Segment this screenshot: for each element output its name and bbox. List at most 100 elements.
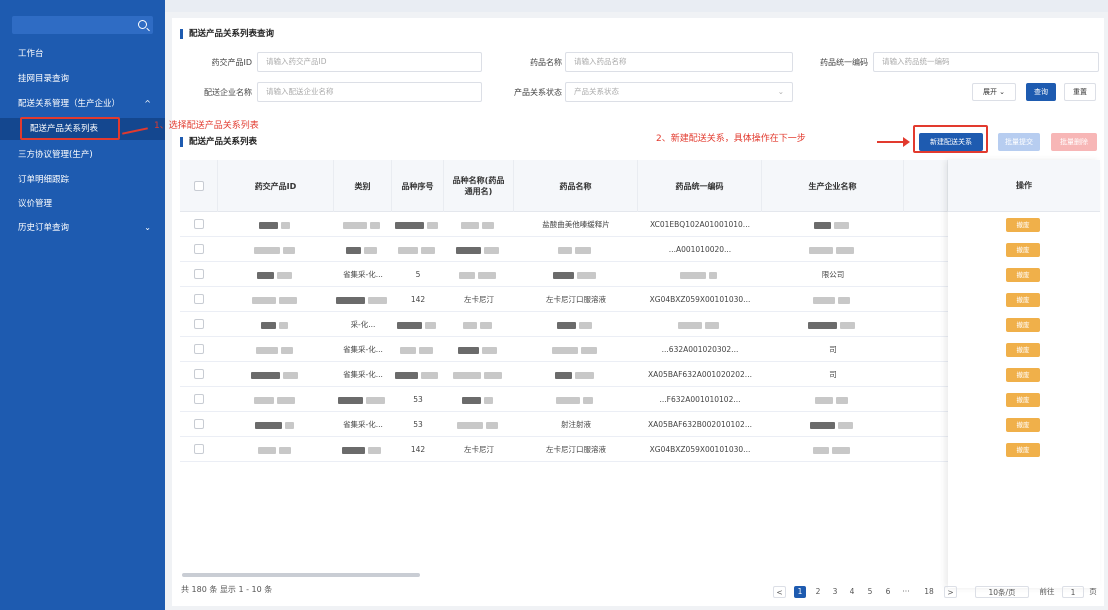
row-checkbox[interactable] — [194, 394, 204, 404]
sidebar-search-input[interactable] — [12, 16, 153, 34]
row-action-button[interactable]: 撤废 — [1006, 293, 1040, 307]
manufacturer-cell: 司 — [762, 362, 904, 387]
product-id-input[interactable]: 请输入药交产品ID — [257, 52, 482, 72]
redacted-block — [680, 271, 706, 279]
redacted-block — [486, 421, 498, 429]
variety-name-cell — [444, 312, 514, 337]
category-cell — [334, 287, 392, 312]
row-checkbox[interactable] — [194, 369, 204, 379]
field-label-distributor-name: 配送企业名称 — [204, 88, 252, 97]
goto-page-input[interactable]: 1 — [1062, 586, 1084, 598]
page-size-select[interactable]: 10条/页 — [975, 586, 1029, 598]
row-checkbox[interactable] — [194, 419, 204, 429]
pagination-page[interactable]: 4 — [846, 586, 858, 598]
pagination-ellipsis[interactable]: ··· — [900, 586, 912, 598]
redacted-block — [421, 246, 435, 254]
pagination-prev[interactable]: < — [773, 586, 786, 598]
batch-submit-button[interactable]: 批量提交 — [998, 133, 1040, 151]
pagination-next[interactable]: > — [944, 586, 957, 598]
row-checkbox[interactable] — [194, 444, 204, 454]
search-icon[interactable] — [138, 20, 147, 29]
category-cell: 省集采-化... — [334, 362, 392, 387]
sidebar-item-label: 配送关系管理（生产企业） — [18, 99, 121, 109]
unified-code-cell: XG04BXZ059X00101030... — [638, 437, 762, 462]
sidebar-item-order-tracking[interactable]: 订单明细跟踪 — [0, 169, 165, 191]
row-action-button[interactable]: 撤废 — [1006, 243, 1040, 257]
row-action-button[interactable]: 撤废 — [1006, 343, 1040, 357]
row-checkbox[interactable] — [194, 269, 204, 279]
pagination-page[interactable]: 6 — [882, 586, 894, 598]
row-checkbox[interactable] — [194, 219, 204, 229]
category-cell — [334, 387, 392, 412]
horizontal-scrollbar[interactable] — [182, 573, 420, 577]
row-checkbox[interactable] — [194, 344, 204, 354]
sidebar-item-catalog-query[interactable]: 挂网目录查询 — [0, 68, 165, 90]
distributor-name-input[interactable]: 请输入配送企业名称 — [257, 82, 482, 102]
row-action-button[interactable]: 撤废 — [1006, 393, 1040, 407]
row-action-button[interactable]: 撤废 — [1006, 443, 1040, 457]
drug-name-input[interactable]: 请输入药品名称 — [565, 52, 793, 72]
sidebar-item-history-orders[interactable]: 历史订单查询 ⌄ — [0, 217, 165, 239]
row-action-button[interactable]: 撤废 — [1006, 318, 1040, 332]
annotation-highlight-sidebar — [20, 117, 120, 140]
row-checkbox[interactable] — [194, 294, 204, 304]
redacted-block — [583, 396, 593, 404]
row-action-button[interactable]: 撤废 — [1006, 268, 1040, 282]
row-checkbox[interactable] — [194, 319, 204, 329]
redacted-block — [398, 246, 418, 254]
variety-seq-cell-text: 142 — [410, 295, 426, 304]
redacted-block — [457, 421, 483, 429]
product-id-cell — [218, 212, 334, 237]
redacted-block — [836, 246, 854, 254]
reset-button[interactable]: 重置 — [1064, 83, 1096, 101]
header-drug-name: 药品名称 — [514, 160, 638, 212]
redacted-block — [809, 246, 833, 254]
redacted-block — [814, 221, 831, 229]
unified-code-cell: ...632A001020302... — [638, 337, 762, 362]
redacted-block — [251, 371, 280, 379]
search-button[interactable]: 查询 — [1026, 83, 1056, 101]
unified-code-cell: ...F632A001010102... — [638, 387, 762, 412]
unified-code-input[interactable]: 请输入药品统一编码 — [873, 52, 1099, 72]
row-action-button[interactable]: 撤废 — [1006, 418, 1040, 432]
manufacturer-cell — [762, 387, 904, 412]
pagination-page[interactable]: 3 — [829, 586, 841, 598]
sidebar-item-price-negotiation[interactable]: 议价管理 — [0, 193, 165, 215]
redacted-block — [343, 221, 367, 229]
redacted-block — [279, 321, 288, 329]
drug-name-cell-text: 盐酸曲美他嗪缓释片 — [542, 220, 610, 229]
row-select — [180, 212, 218, 237]
variety-seq-cell: 142 — [392, 437, 444, 462]
redacted-block — [277, 271, 292, 279]
row-select — [180, 362, 218, 387]
redacted-block — [840, 321, 855, 329]
variety-seq-cell-text: 142 — [410, 445, 426, 454]
row-action-button[interactable]: 撤废 — [1006, 218, 1040, 232]
redacted-block — [815, 396, 833, 404]
redacted-block — [459, 271, 475, 279]
category-cell — [334, 237, 392, 262]
sidebar-item-workbench[interactable]: 工作台 — [0, 43, 165, 65]
pagination-page[interactable]: 18 — [921, 586, 937, 598]
pagination-page[interactable]: 1 — [794, 586, 806, 598]
select-all-checkbox[interactable] — [193, 181, 204, 191]
manufacturer-cell: 限公司 — [762, 262, 904, 287]
pagination-page[interactable]: 5 — [864, 586, 876, 598]
batch-delete-button[interactable]: 批量删除 — [1051, 133, 1097, 151]
unified-code-cell: XA05BAF632B002010102... — [638, 412, 762, 437]
row-action-button[interactable]: 撤废 — [1006, 368, 1040, 382]
row-checkbox[interactable] — [194, 244, 204, 254]
sidebar-item-distribution-mgmt[interactable]: 配送关系管理（生产企业） ^ — [0, 93, 165, 115]
sidebar-item-tripartite[interactable]: 三方协议管理(生产) — [0, 144, 165, 166]
category-cell: 采-化... — [334, 312, 392, 337]
sidebar-item-label: 工作台 — [18, 49, 44, 59]
annotation-step1: 1、选择配送产品关系列表 — [154, 121, 259, 131]
redacted-block — [838, 296, 850, 304]
product-id-cell — [218, 412, 334, 437]
relation-status-select[interactable]: 产品关系状态 ⌄ — [565, 82, 793, 102]
unified-code-cell: XC01EBQ102A01001010... — [638, 212, 762, 237]
pagination-page[interactable]: 2 — [812, 586, 824, 598]
chevron-down-icon: ⌄ — [144, 223, 151, 232]
expand-button[interactable]: 展开 ⌄ — [972, 83, 1016, 101]
header-manufacturer: 生产企业名称 — [762, 160, 904, 212]
